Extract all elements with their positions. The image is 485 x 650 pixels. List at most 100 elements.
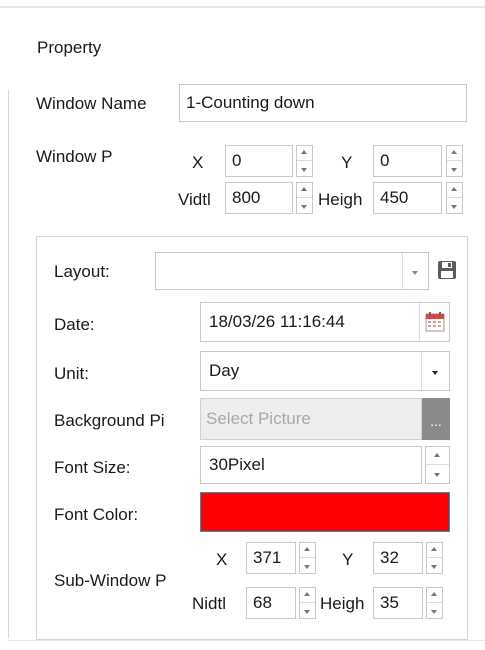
sub-window-y-input[interactable]: 32 <box>373 542 423 574</box>
chevron-down-icon <box>304 610 310 614</box>
chevron-down-icon <box>301 168 307 172</box>
window-width-value: 800 <box>232 188 261 207</box>
window-height-input[interactable]: 450 <box>373 182 442 214</box>
font-size-up-button[interactable] <box>426 447 449 465</box>
sub-window-height-down-button[interactable] <box>427 603 442 618</box>
layout-label: Layout: <box>54 262 110 281</box>
unit-value: Day <box>209 361 240 380</box>
bottom-divider <box>8 640 485 641</box>
save-layout-button[interactable] <box>436 259 458 281</box>
chevron-up-icon <box>301 187 307 191</box>
sub-window-width-stepper[interactable] <box>299 587 316 619</box>
window-name-value: 1-Counting down <box>186 93 315 112</box>
window-x-label: X <box>192 153 204 172</box>
sub-window-height-value: 35 <box>380 593 399 612</box>
date-input[interactable]: 18/03/26 11:16:44 <box>200 302 450 342</box>
window-y-input[interactable]: 0 <box>373 145 442 177</box>
window-x-down-button[interactable] <box>297 161 312 176</box>
background-picture-input[interactable]: Select Picture <box>200 398 422 440</box>
font-size-label: Font Size: <box>54 458 131 477</box>
chevron-up-icon <box>304 592 310 596</box>
date-value: 18/03/26 11:16:44 <box>209 312 345 331</box>
browse-picture-button[interactable]: ... <box>422 398 450 440</box>
window-name-input[interactable]: 1-Counting down <box>179 84 467 122</box>
window-y-up-button[interactable] <box>447 146 462 161</box>
window-width-input[interactable]: 800 <box>225 182 293 214</box>
chevron-down-icon <box>434 473 440 477</box>
sub-window-width-down-button[interactable] <box>300 603 315 618</box>
sub-window-x-down-button[interactable] <box>300 558 315 573</box>
window-position-label: Window P <box>36 147 113 166</box>
window-width-up-button[interactable] <box>297 183 312 198</box>
window-x-stepper[interactable] <box>296 145 313 177</box>
sub-window-height-stepper[interactable] <box>426 587 443 619</box>
sub-window-x-up-button[interactable] <box>300 543 315 558</box>
property-title: Property <box>37 38 102 57</box>
save-icon <box>438 261 456 279</box>
sub-window-height-input[interactable]: 35 <box>373 587 423 619</box>
sub-window-y-value: 32 <box>380 548 399 567</box>
sub-window-x-label: X <box>216 550 228 569</box>
chevron-up-icon <box>434 453 440 457</box>
layout-select[interactable] <box>155 252 429 290</box>
window-y-down-button[interactable] <box>447 161 462 176</box>
window-height-label: Heigh <box>318 190 363 209</box>
font-size-value: 30Pixel <box>209 455 265 474</box>
font-size-down-button[interactable] <box>426 465 449 483</box>
background-picture-label: Background Pi <box>54 411 165 430</box>
window-width-down-button[interactable] <box>297 198 312 213</box>
chevron-up-icon <box>451 187 457 191</box>
window-y-stepper[interactable] <box>446 145 463 177</box>
sub-window-y-down-button[interactable] <box>427 558 442 573</box>
window-name-label: Window Name <box>36 94 147 113</box>
window-width-stepper[interactable] <box>296 182 313 214</box>
window-y-value: 0 <box>380 151 390 170</box>
window-x-up-button[interactable] <box>297 146 312 161</box>
window-height-value: 450 <box>380 188 409 207</box>
chevron-up-icon <box>431 547 437 551</box>
window-x-value: 0 <box>232 151 242 170</box>
window-height-up-button[interactable] <box>447 183 462 198</box>
chevron-down-icon <box>301 205 307 209</box>
chevron-up-icon <box>451 150 457 154</box>
chevron-up-icon <box>431 592 437 596</box>
background-picture-placeholder: Select Picture <box>206 409 311 428</box>
window-x-input[interactable]: 0 <box>225 145 293 177</box>
sub-window-width-value: 68 <box>253 593 272 612</box>
font-color-label: Font Color: <box>54 505 139 524</box>
sub-window-y-label: Y <box>342 550 354 569</box>
unit-select[interactable]: Day <box>200 351 450 391</box>
sub-window-x-value: 371 <box>253 548 282 567</box>
sub-window-height-up-button[interactable] <box>427 588 442 603</box>
left-divider <box>8 90 9 638</box>
font-size-stepper[interactable] <box>425 446 450 484</box>
sub-window-width-label: Nidtl <box>192 594 227 613</box>
font-size-input[interactable]: 30Pixel <box>200 446 422 484</box>
date-label: Date: <box>54 315 95 334</box>
sub-window-x-input[interactable]: 371 <box>246 542 296 574</box>
chevron-up-icon <box>304 547 310 551</box>
sub-window-height-label: Heigh <box>320 594 365 613</box>
chevron-down-icon <box>432 371 438 375</box>
window-height-stepper[interactable] <box>446 182 463 214</box>
chevron-up-icon <box>301 150 307 154</box>
font-color-swatch[interactable] <box>200 492 450 532</box>
date-picker-button[interactable] <box>419 303 449 341</box>
sub-window-x-stepper[interactable] <box>299 542 316 574</box>
window-y-label: Y <box>341 153 353 172</box>
sub-window-position-label: Sub-Window P <box>54 571 167 590</box>
layout-dropdown-button[interactable] <box>402 253 428 289</box>
chevron-down-icon <box>451 205 457 209</box>
window-height-down-button[interactable] <box>447 198 462 213</box>
chevron-down-icon <box>431 610 437 614</box>
sub-window-width-input[interactable]: 68 <box>246 587 296 619</box>
sub-window-width-up-button[interactable] <box>300 588 315 603</box>
sub-window-y-up-button[interactable] <box>427 543 442 558</box>
chevron-down-icon <box>304 565 310 569</box>
calendar-icon <box>425 312 445 332</box>
sub-window-y-stepper[interactable] <box>426 542 443 574</box>
unit-dropdown-button[interactable] <box>421 352 449 390</box>
unit-label: Unit: <box>54 364 89 383</box>
chevron-down-icon <box>451 168 457 172</box>
chevron-down-icon <box>431 565 437 569</box>
